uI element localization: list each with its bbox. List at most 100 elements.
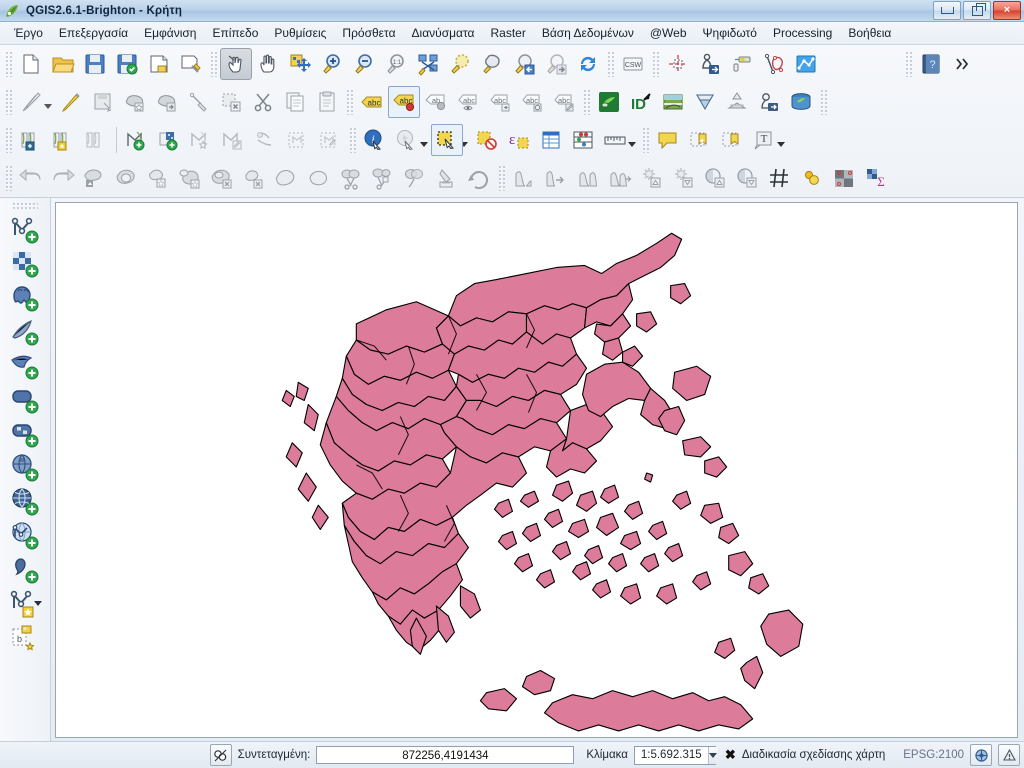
show-bookmarks-icon[interactable]: [716, 124, 748, 156]
menu-item-web[interactable]: @Web: [642, 23, 695, 43]
add-raster-layer-icon[interactable]: [8, 247, 42, 281]
coordinate-toggle-icon[interactable]: [209, 744, 232, 766]
toolbar-grip[interactable]: [642, 127, 649, 153]
zoom-in-icon[interactable]: [316, 48, 348, 80]
add-coordinate-icon[interactable]: [662, 48, 694, 80]
add-postgis-layer-icon[interactable]: [8, 281, 42, 315]
add-wfs-layer-icon[interactable]: [8, 519, 42, 553]
touch-zoom-pan-icon[interactable]: [220, 48, 252, 80]
open-project-icon[interactable]: [47, 48, 79, 80]
increase-contrast-icon[interactable]: [700, 162, 732, 194]
node-tool-icon[interactable]: [183, 86, 215, 118]
redo-icon[interactable]: [47, 162, 79, 194]
menu-item-database[interactable]: Βάση Δεδομένων: [534, 23, 642, 43]
csw-catalog-icon[interactable]: CSW: [617, 48, 649, 80]
toolbar-grip[interactable]: [5, 51, 12, 77]
zoom-next-icon[interactable]: [540, 48, 572, 80]
coordinate-input[interactable]: 872256,4191434: [316, 746, 575, 764]
menu-item-raster-tiles[interactable]: Ψηφιδωτό: [695, 23, 765, 43]
pin-labels-icon[interactable]: ab: [420, 86, 452, 118]
toolbar-grip[interactable]: [210, 51, 217, 77]
add-mssql-layer-icon[interactable]: [8, 349, 42, 383]
merge-features-icon[interactable]: [399, 162, 431, 194]
postgis-manager-icon[interactable]: [753, 86, 785, 118]
composer-manager-icon[interactable]: [175, 48, 207, 80]
save-layer-edits-icon[interactable]: [87, 86, 119, 118]
zoom-to-layer-icon[interactable]: [476, 48, 508, 80]
add-wms-layer-icon[interactable]: W: [8, 451, 42, 485]
measure-icon[interactable]: [599, 124, 631, 156]
merge-attributes-icon[interactable]: [431, 162, 463, 194]
menu-item-project[interactable]: Έργο: [6, 23, 51, 43]
identify-features-icon[interactable]: i: [359, 124, 391, 156]
toolbar-grip[interactable]: [5, 89, 12, 115]
new-layout-icon[interactable]: [282, 124, 314, 156]
menu-item-view[interactable]: Εμφάνιση: [136, 23, 204, 43]
toolbar-grip[interactable]: [820, 89, 827, 115]
full-histogram-stretch-icon[interactable]: [604, 162, 636, 194]
highlight-pinned-labels-icon[interactable]: abc: [388, 86, 420, 118]
db-manager-icon[interactable]: [785, 86, 817, 118]
raster-layer-icon[interactable]: [657, 86, 689, 118]
toolbar-overflow-icon[interactable]: [947, 48, 979, 80]
statistical-summary-icon[interactable]: [567, 124, 599, 156]
menu-item-raster[interactable]: Raster: [482, 23, 533, 43]
menu-item-processing[interactable]: Processing: [765, 23, 840, 43]
minimize-button[interactable]: [933, 1, 961, 20]
save-project-as-icon[interactable]: [111, 48, 143, 80]
vector-download-icon[interactable]: [689, 86, 721, 118]
move-label-icon[interactable]: abc: [484, 86, 516, 118]
plugin-installer-icon[interactable]: [593, 86, 625, 118]
add-spatialite-layer-icon[interactable]: [8, 315, 42, 349]
new-project-icon[interactable]: [15, 48, 47, 80]
add-delimited-text-layer-icon[interactable]: [8, 553, 42, 587]
new-print-composer-icon[interactable]: [143, 48, 175, 80]
toolbar-grip[interactable]: [652, 51, 659, 77]
delete-selected-icon[interactable]: [215, 86, 247, 118]
zoom-out-icon[interactable]: [348, 48, 380, 80]
gps-tools-icon[interactable]: [790, 48, 822, 80]
edit-layout-icon[interactable]: [314, 124, 346, 156]
simplify-feature-icon[interactable]: [79, 162, 111, 194]
decrease-brightness-icon[interactable]: [668, 162, 700, 194]
toolbar-grip[interactable]: [346, 89, 353, 115]
zoom-native-resolution-icon[interactable]: 1:1: [380, 48, 412, 80]
styling-icon[interactable]: [250, 124, 282, 156]
toolbar-grip[interactable]: [5, 127, 12, 153]
increase-brightness-icon[interactable]: [636, 162, 668, 194]
new-vector-layer-ic on[interactable]: [8, 587, 42, 621]
chevron-down-icon[interactable]: [34, 601, 42, 606]
add-db2-layer-icon[interactable]: [8, 417, 42, 451]
edit-layer-group-icon[interactable]: [218, 124, 250, 156]
add-part-icon[interactable]: [143, 162, 175, 194]
tag-features-icon[interactable]: [726, 48, 758, 80]
raster-histogram-icon[interactable]: [508, 162, 540, 194]
menu-item-plugins[interactable]: Πρόσθετα: [334, 23, 403, 43]
change-label-icon[interactable]: abc: [548, 86, 580, 118]
pan-map-icon[interactable]: [252, 48, 284, 80]
split-features-icon[interactable]: [335, 162, 367, 194]
dxf-export-icon[interactable]: [721, 86, 753, 118]
split-parts-icon[interactable]: [367, 162, 399, 194]
remove-layer-group-icon[interactable]: [186, 124, 218, 156]
toggle-editing-icon[interactable]: [15, 86, 47, 118]
toolbar-grip[interactable]: [5, 165, 12, 191]
run-feature-action-icon[interactable]: [391, 124, 423, 156]
add-raster-layer-group-icon[interactable]: [154, 124, 186, 156]
show-hide-labels-icon[interactable]: abc: [452, 86, 484, 118]
delete-ring-icon[interactable]: [207, 162, 239, 194]
menu-item-help[interactable]: Βοήθεια: [840, 23, 899, 43]
zoom-to-selection-icon[interactable]: [444, 48, 476, 80]
close-button[interactable]: ×: [993, 1, 1021, 20]
topology-checker-icon[interactable]: [796, 162, 828, 194]
add-ring-icon[interactable]: [111, 162, 143, 194]
add-vector-layer-icon[interactable]: [8, 213, 42, 247]
filter-legend-icon[interactable]: [47, 124, 79, 156]
crs-globe-icon[interactable]: [970, 744, 992, 766]
new-bookmark-icon[interactable]: [684, 124, 716, 156]
add-attribute-group-icon[interactable]: [15, 124, 47, 156]
geocoding-icon[interactable]: [694, 48, 726, 80]
warning-messages-icon[interactable]: [998, 744, 1020, 766]
help-contents-icon[interactable]: ?: [915, 48, 947, 80]
scale-combo[interactable]: 1:5.692.315: [633, 745, 717, 765]
